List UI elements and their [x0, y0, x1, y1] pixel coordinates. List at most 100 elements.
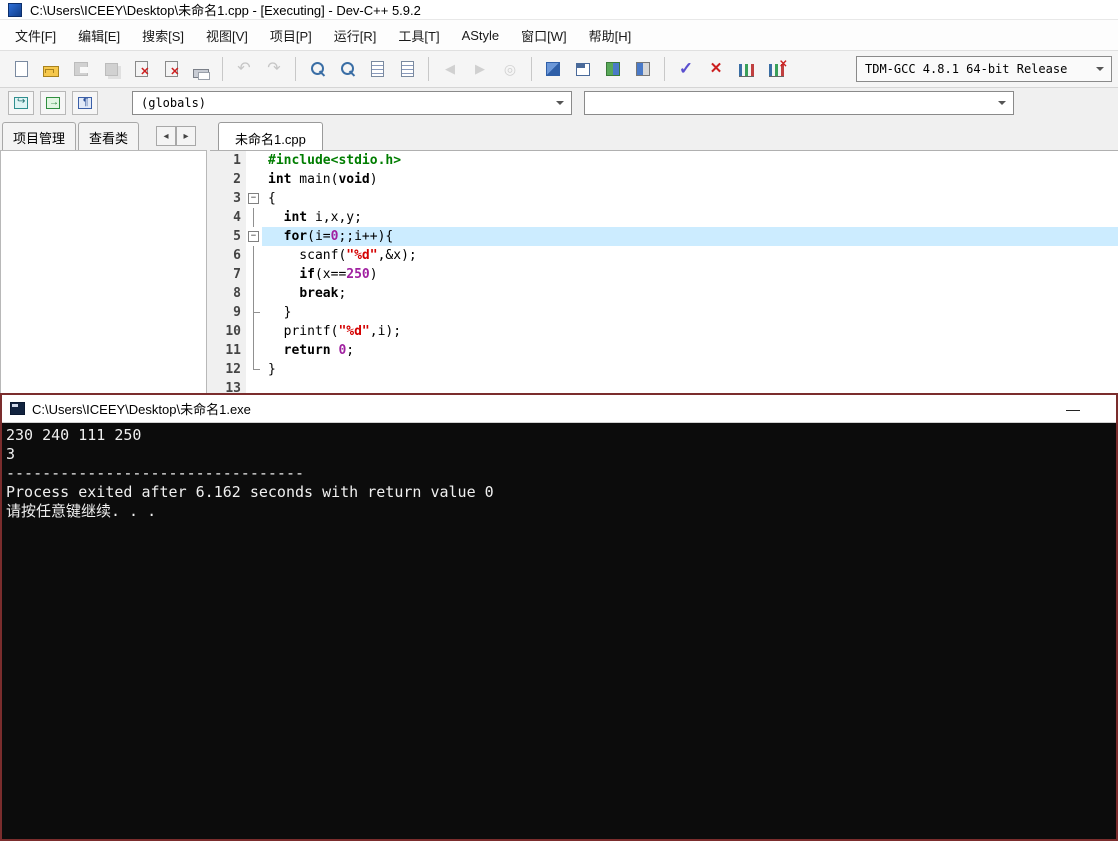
replace-button[interactable] [363, 55, 391, 83]
fold-toggle[interactable]: − [246, 189, 262, 208]
open-button[interactable] [37, 55, 65, 83]
code-token: main( [291, 172, 339, 187]
code-text[interactable]: { [262, 189, 1118, 208]
menu-item[interactable]: AStyle [451, 23, 511, 48]
close-button[interactable] [127, 55, 155, 83]
app-icon [8, 2, 22, 17]
code-text[interactable]: break; [262, 284, 1118, 303]
line-number: 2 [210, 170, 246, 189]
window-bookmark-icon [78, 97, 92, 109]
console-window-title: C:\Users\ICEEY\Desktop\未命名1.exe [32, 402, 251, 417]
code-line: 6 scanf("%d",&x); [210, 246, 1118, 265]
menu-item[interactable]: 搜索[S] [131, 21, 195, 50]
new-file-button[interactable] [7, 55, 35, 83]
compile-run-button[interactable] [599, 55, 627, 83]
code-token: i,x,y; [307, 210, 362, 225]
profile-button[interactable] [732, 55, 760, 83]
menu-item[interactable]: 编辑[E] [67, 21, 131, 50]
code-token: ,&x); [377, 248, 417, 263]
line-number: 6 [210, 246, 246, 265]
line-number: 8 [210, 284, 246, 303]
fold-line [253, 284, 254, 303]
code-token: ; [346, 343, 355, 358]
globals-select[interactable]: (globals) [132, 91, 572, 115]
minimize-button[interactable]: — [1058, 395, 1088, 423]
console-app-icon [10, 402, 25, 415]
line-number: 3 [210, 189, 246, 208]
find-button[interactable] [303, 55, 331, 83]
print-button[interactable] [187, 55, 215, 83]
menu-item[interactable]: 视图[V] [195, 21, 259, 50]
code-line: 1 #include<stdio.h> [210, 151, 1118, 170]
goto-declaration-button[interactable] [8, 91, 34, 115]
code-text[interactable]: } [262, 303, 1118, 322]
window-arrow-icon [14, 96, 28, 109]
save-all-button[interactable] [97, 55, 125, 83]
fold-margin [246, 322, 262, 341]
abort-button[interactable] [702, 55, 730, 83]
tab-scroll-right-button[interactable]: ▸ [176, 126, 196, 146]
code-line: 2 int main(void) [210, 170, 1118, 189]
code-text[interactable]: printf("%d",i); [262, 322, 1118, 341]
console-output[interactable]: 230 240 111 250 3 ------------------------… [2, 423, 1116, 839]
close-file-icon [134, 61, 150, 78]
code-text[interactable]: scanf("%d",&x); [262, 246, 1118, 265]
globals-select-value: (globals) [141, 96, 207, 110]
code-token: return [283, 343, 331, 358]
redo-button[interactable] [260, 55, 288, 83]
forward-button[interactable] [466, 55, 494, 83]
goto-bookmark-button[interactable] [496, 55, 524, 83]
fold-line [253, 265, 254, 284]
sidebar-tab[interactable]: 项目管理 [2, 122, 77, 153]
replace-icon [370, 61, 384, 77]
menu-item[interactable]: 窗口[W] [510, 21, 578, 50]
main-toolbar: TDM-GCC 4.8.1 64-bit Release [0, 50, 1118, 88]
open-folder-icon [43, 66, 59, 77]
code-line: 7 if(x==250) [210, 265, 1118, 284]
goto-definition-button[interactable] [40, 91, 66, 115]
goto-line-button[interactable] [393, 55, 421, 83]
code-token: int [268, 172, 292, 187]
rebuild-button[interactable] [629, 55, 657, 83]
code-text[interactable]: for(i=0;;i++){ [262, 227, 1118, 246]
tab-scroll-left-button[interactable]: ◂ [156, 126, 176, 146]
fold-toggle[interactable]: − [246, 227, 262, 246]
save-button[interactable] [67, 55, 95, 83]
menu-item[interactable]: 工具[T] [387, 21, 450, 50]
code-text[interactable]: return 0; [262, 341, 1118, 360]
menu-item[interactable]: 帮助[H] [578, 21, 643, 50]
console-title-bar: C:\Users\ICEEY\Desktop\未命名1.exe — [2, 395, 1116, 423]
menu-item[interactable]: 项目[P] [259, 21, 323, 50]
fold-margin [246, 170, 262, 189]
code-text[interactable]: if(x==250) [262, 265, 1118, 284]
syntax-check-button[interactable] [672, 55, 700, 83]
undo-button[interactable] [230, 55, 258, 83]
arrow-left-icon [441, 60, 459, 78]
menu-item[interactable]: 文件[F] [4, 21, 67, 50]
goto-line-icon [400, 61, 414, 77]
sidebar-tab[interactable]: 查看类 [78, 122, 140, 153]
toolbar-separator [295, 57, 296, 81]
profile-delete-button[interactable] [762, 55, 790, 83]
fold-margin [246, 360, 262, 379]
code-text[interactable]: } [262, 360, 1118, 379]
compile-button[interactable] [539, 55, 567, 83]
code-text[interactable]: int i,x,y; [262, 208, 1118, 227]
code-text[interactable]: int main(void) [262, 170, 1118, 189]
close-all-button[interactable] [157, 55, 185, 83]
class-browser-button[interactable] [72, 91, 98, 115]
compiler-select[interactable]: TDM-GCC 4.8.1 64-bit Release [856, 56, 1112, 82]
find-in-files-button[interactable] [333, 55, 361, 83]
fold-margin [246, 208, 262, 227]
run-button[interactable] [569, 55, 597, 83]
back-button[interactable] [436, 55, 464, 83]
console-text-line: Process exited after 6.162 seconds with … [6, 483, 494, 501]
menu-item[interactable]: 运行[R] [323, 21, 388, 50]
code-text[interactable]: #include<stdio.h> [262, 151, 1118, 170]
abort-icon [707, 60, 725, 78]
members-select[interactable] [584, 91, 1014, 115]
